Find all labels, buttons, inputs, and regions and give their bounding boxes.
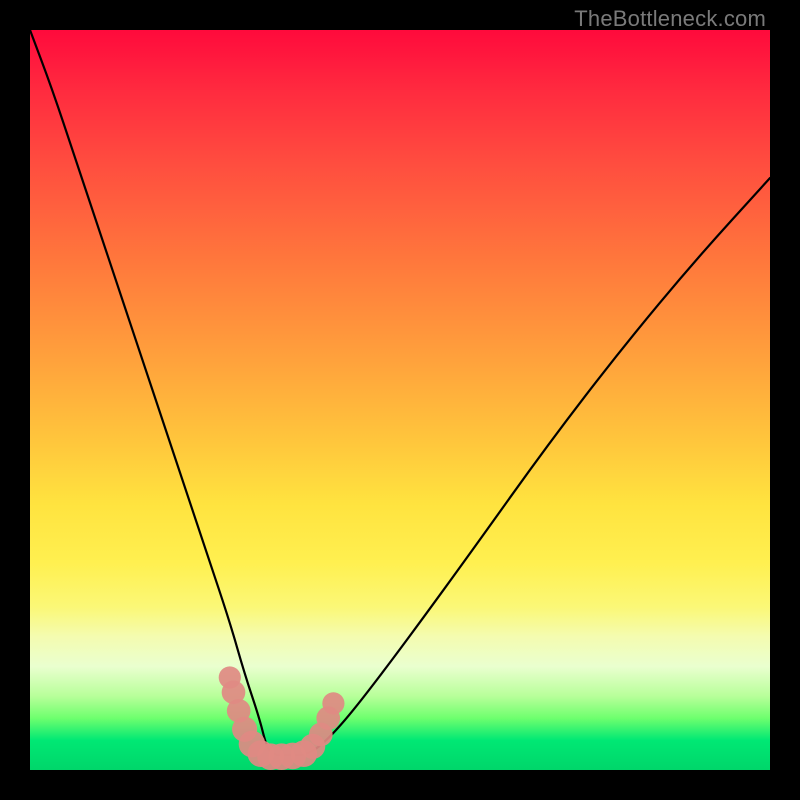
- bottleneck-curve-path: [30, 30, 770, 755]
- blob-marker: [322, 692, 344, 714]
- bottleneck-curve: [30, 30, 770, 755]
- plot-area: [30, 30, 770, 770]
- bottom-blobs: [219, 666, 345, 770]
- curve-svg: [30, 30, 770, 770]
- watermark: TheBottleneck.com: [574, 6, 766, 32]
- chart-frame: TheBottleneck.com: [0, 0, 800, 800]
